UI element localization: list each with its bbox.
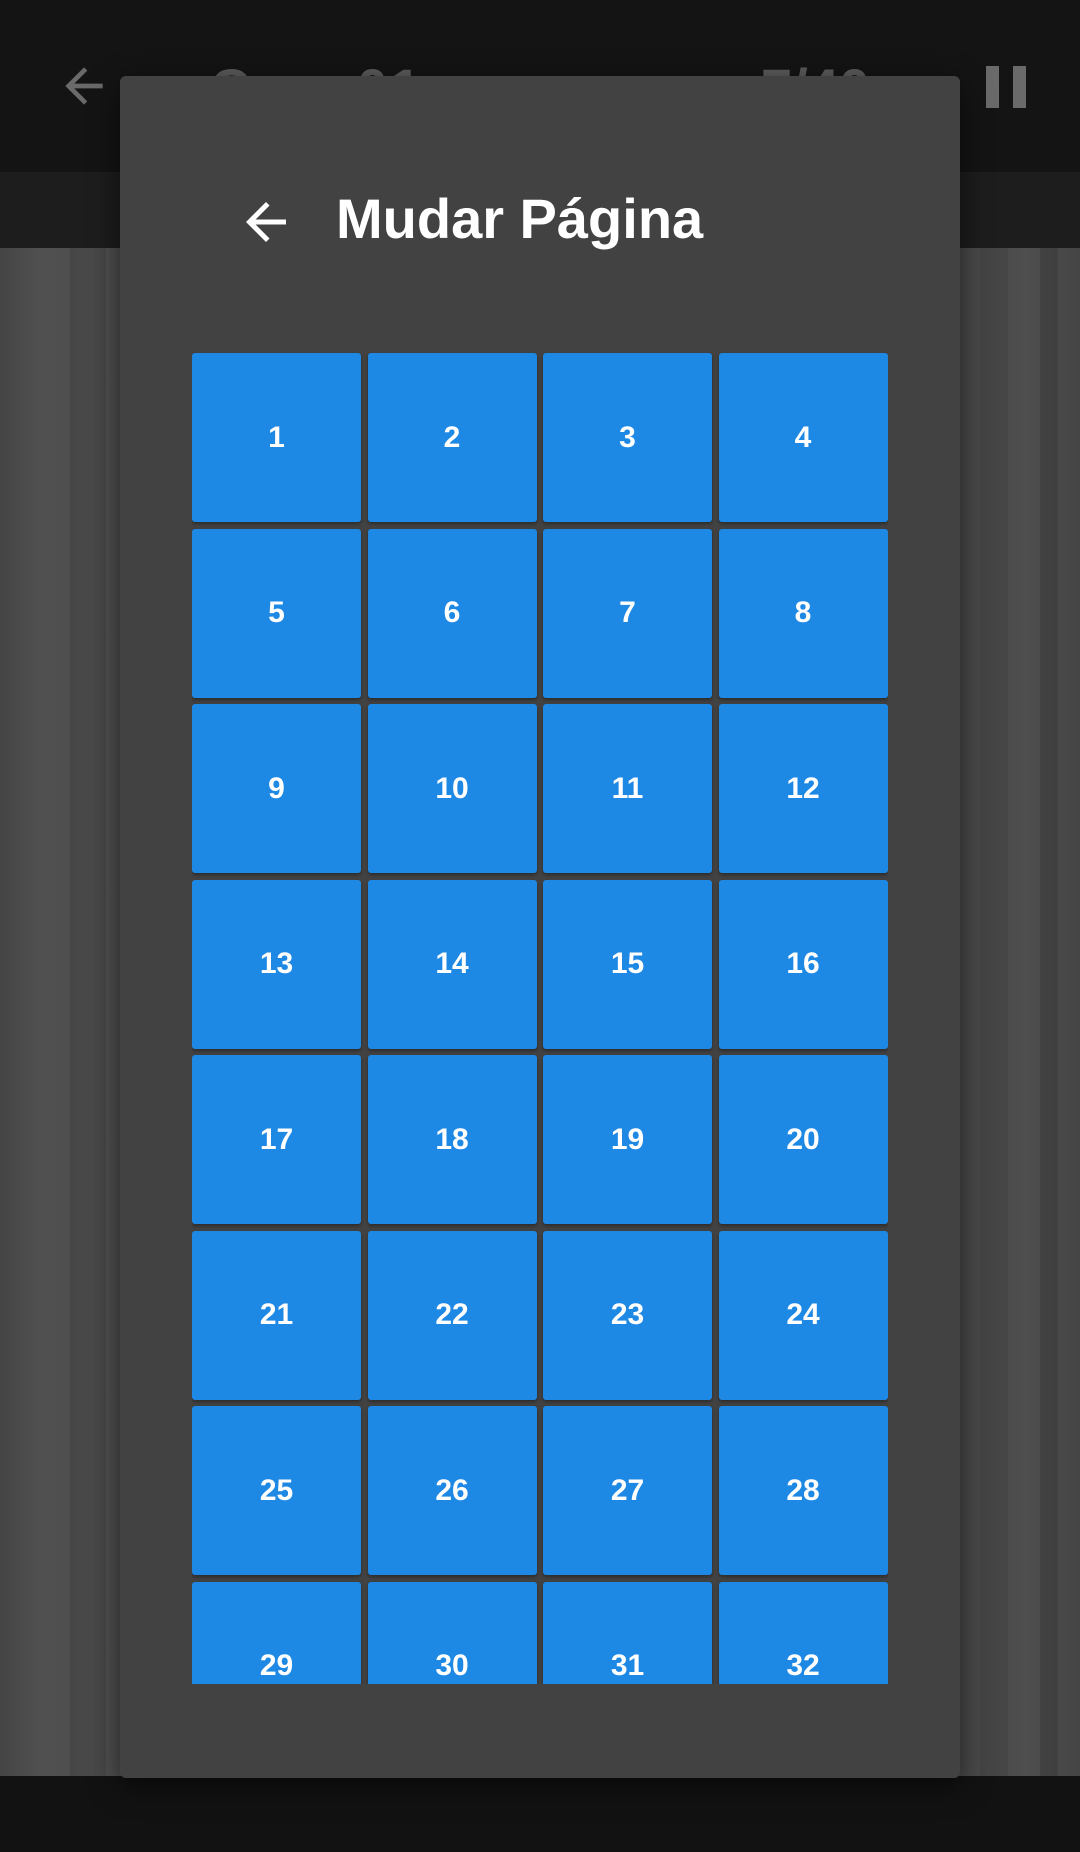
texture-streak (70, 248, 106, 1776)
page-button-23[interactable]: 23 (543, 1230, 712, 1400)
pause-icon[interactable] (986, 66, 1026, 108)
page-button-19[interactable]: 19 (543, 1055, 712, 1224)
page-button-14[interactable]: 14 (367, 879, 537, 1049)
page-button-2[interactable]: 2 (367, 353, 537, 522)
page-button-10[interactable]: 10 (367, 704, 537, 873)
back-arrow-icon[interactable] (56, 58, 112, 114)
page-button-21[interactable]: 21 (192, 1230, 361, 1400)
page-button-31[interactable]: 31 (543, 1581, 712, 1684)
page-button-15[interactable]: 15 (543, 879, 712, 1049)
page-button-26[interactable]: 26 (367, 1406, 537, 1575)
page-button-3[interactable]: 3 (543, 353, 712, 522)
page-grid-scroll[interactable]: 1 2 3 4 5 6 7 8 9 10 11 12 13 14 15 16 17 18 19 20 21 22 23 24 2… (192, 352, 888, 1684)
page-button-16[interactable]: 16 (718, 879, 888, 1049)
dialog-title: Mudar Página (336, 187, 704, 250)
page-button-12[interactable]: 12 (718, 704, 888, 873)
page-button-24[interactable]: 24 (718, 1230, 888, 1400)
page-button-18[interactable]: 18 (367, 1055, 537, 1224)
texture-streak (980, 248, 1008, 1776)
page-button-4[interactable]: 4 (718, 353, 888, 522)
page-button-22[interactable]: 22 (367, 1230, 537, 1400)
app-root: Cap. 01 7/40 Mudar Página 12345678910111… (0, 0, 1080, 1852)
page-button-17[interactable]: 17 (192, 1055, 361, 1224)
change-page-dialog: Mudar Página 1 2 3 4 5 6 7 8 9 10 11 12 13 14 15 16 17 18… (120, 76, 960, 1778)
page-button-1[interactable]: 1 (192, 353, 361, 522)
bottom-bar (0, 1776, 1080, 1852)
page-button-7[interactable]: 7 (543, 528, 712, 698)
page-button-6[interactable]: 6 (367, 528, 537, 698)
dialog-header: Mudar Página (120, 76, 960, 276)
page-button-27[interactable]: 27 (543, 1406, 712, 1575)
page-button-25[interactable]: 25 (192, 1406, 361, 1575)
page-button-13[interactable]: 13 (192, 879, 361, 1049)
page-button-28[interactable]: 28 (718, 1406, 888, 1575)
page-button-20[interactable]: 20 (718, 1055, 888, 1224)
page-button-29[interactable]: 29 (192, 1581, 361, 1684)
page-button-5[interactable]: 5 (192, 528, 361, 698)
page-button-8[interactable]: 8 (718, 528, 888, 698)
page-button-11[interactable]: 11 (543, 704, 712, 873)
page-button-9[interactable]: 9 (192, 704, 361, 873)
page-grid: 1 2 3 4 5 6 7 8 9 10 11 12 13 14 15 16 17 18 19 20 21 22 23 24 2… (192, 352, 888, 1684)
page-button-30[interactable]: 30 (367, 1581, 537, 1684)
dialog-back-arrow-icon[interactable] (236, 192, 296, 252)
texture-streak (1040, 248, 1058, 1776)
page-button-32[interactable]: 32 (718, 1581, 888, 1684)
